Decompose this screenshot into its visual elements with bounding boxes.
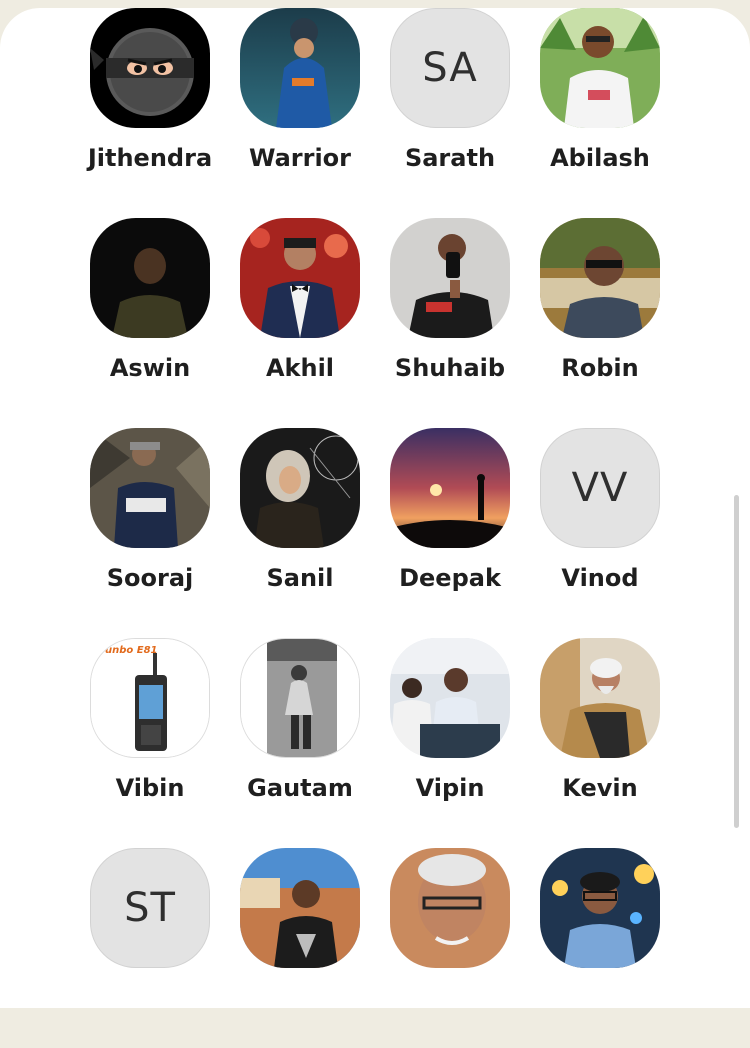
ninja-icon bbox=[90, 8, 210, 128]
contact-name: Deepak bbox=[399, 564, 501, 592]
contact-row5-3[interactable] bbox=[375, 848, 525, 1048]
contact-name: Vibin bbox=[115, 774, 185, 802]
contact-name: Kevin bbox=[562, 774, 638, 802]
contact-name: Abilash bbox=[550, 144, 650, 172]
contact-name: Sarath bbox=[404, 144, 496, 172]
contact-kevin[interactable]: Kevin bbox=[525, 638, 675, 838]
photo-outdoor-tshirt-icon bbox=[240, 848, 360, 968]
contact-name: Jithendra bbox=[87, 144, 213, 172]
contact-st[interactable]: ST bbox=[75, 848, 225, 1048]
contact-name: Sanil bbox=[266, 564, 334, 592]
contact-gautam[interactable]: Gautam bbox=[225, 638, 375, 838]
photo-sunset-icon bbox=[390, 428, 510, 548]
avatar-initials: SA bbox=[422, 45, 478, 91]
photo-bw-sitting-icon bbox=[240, 638, 360, 758]
contact-name: Akhil bbox=[265, 354, 335, 382]
photo-glasses-icon bbox=[540, 218, 660, 338]
photo-dark-icon bbox=[90, 218, 210, 338]
contact-vibin[interactable]: unbo E81 Vibin bbox=[75, 638, 225, 838]
contact-name: Aswin bbox=[109, 354, 191, 382]
photo-man-lights-icon bbox=[540, 848, 660, 968]
photo-tuxedo-icon bbox=[240, 218, 360, 338]
device-brand-text: unbo E81 bbox=[105, 645, 158, 656]
avatar-initials: VV bbox=[571, 465, 629, 511]
photo-cricketer-icon bbox=[240, 8, 360, 128]
contact-vinod[interactable]: VV Vinod bbox=[525, 428, 675, 628]
initials-avatar: VV bbox=[540, 428, 660, 548]
contact-abilash[interactable]: Abilash bbox=[525, 8, 675, 208]
contact-name: Warrior bbox=[248, 144, 352, 172]
contacts-grid: Jithendra Warrior SA Sarath Abilash Aswi… bbox=[0, 0, 750, 993]
contact-akhil[interactable]: Akhil bbox=[225, 218, 375, 418]
contact-row5-2[interactable] bbox=[225, 848, 375, 1048]
photo-mirror-selfie-icon bbox=[390, 218, 510, 338]
contact-jithendra[interactable]: Jithendra bbox=[75, 8, 225, 208]
scrollbar[interactable] bbox=[734, 495, 739, 828]
contact-deepak[interactable]: Deepak bbox=[375, 428, 525, 628]
contact-name: Vinod bbox=[561, 564, 639, 592]
contact-shuhaib[interactable]: Shuhaib bbox=[375, 218, 525, 418]
contact-name: Gautam bbox=[247, 774, 353, 802]
contact-sooraj[interactable]: Sooraj bbox=[75, 428, 225, 628]
contact-robin[interactable]: Robin bbox=[525, 218, 675, 418]
photo-portrait-painting-icon bbox=[240, 428, 360, 548]
contact-row5-4[interactable] bbox=[525, 848, 675, 1048]
photo-man-glasses-icon bbox=[390, 848, 510, 968]
contact-warrior[interactable]: Warrior bbox=[225, 8, 375, 208]
initials-avatar: ST bbox=[90, 848, 210, 968]
photo-meeting-icon bbox=[390, 638, 510, 758]
photo-radio-device-icon: unbo E81 bbox=[90, 638, 210, 758]
initials-avatar: SA bbox=[390, 8, 510, 128]
contact-name: Vipin bbox=[415, 774, 485, 802]
contact-sarath[interactable]: SA Sarath bbox=[375, 8, 525, 208]
photo-elder-icon bbox=[540, 638, 660, 758]
avatar-initials: ST bbox=[124, 885, 176, 931]
contact-aswin[interactable]: Aswin bbox=[75, 218, 225, 418]
photo-outdoor-icon bbox=[540, 8, 660, 128]
contact-vipin[interactable]: Vipin bbox=[375, 638, 525, 838]
contact-sanil[interactable]: Sanil bbox=[225, 428, 375, 628]
contact-name: Robin bbox=[561, 354, 639, 382]
contact-name: Sooraj bbox=[106, 564, 194, 592]
photo-rocks-icon bbox=[90, 428, 210, 548]
contact-name: Shuhaib bbox=[394, 354, 506, 382]
